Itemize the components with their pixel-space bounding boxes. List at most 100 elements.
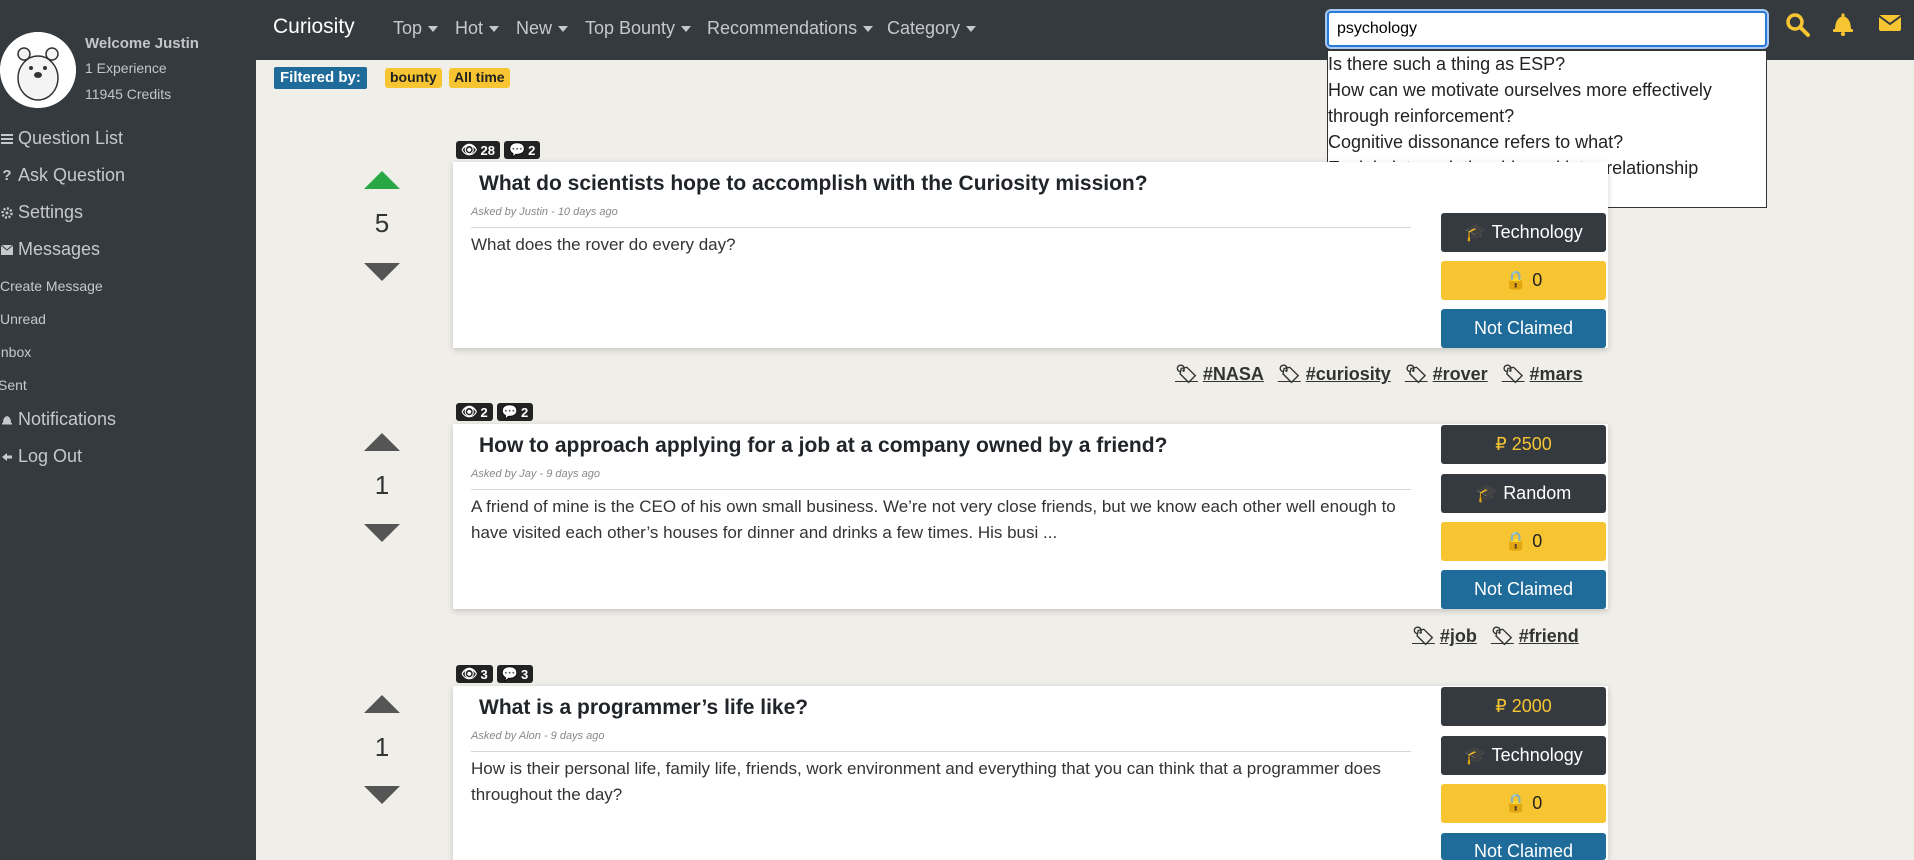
- lock-button[interactable]: 🔒 0: [1441, 784, 1606, 823]
- tag-link[interactable]: 🏷 #job: [1412, 626, 1477, 647]
- question-title[interactable]: How to approach applying for a job at a …: [479, 434, 1167, 458]
- downvote-button[interactable]: [364, 523, 400, 543]
- upvote-button[interactable]: [364, 432, 400, 452]
- sidebar-item-create-message[interactable]: Create Message: [0, 278, 103, 294]
- views-count: 3: [480, 666, 488, 682]
- lock-button[interactable]: 🔒 0: [1441, 261, 1606, 300]
- suggestion-item[interactable]: How can we motivate ourselves more effec…: [1328, 77, 1766, 129]
- category-button[interactable]: 🎓 Technology: [1441, 736, 1606, 775]
- sidebar-item-label: Messages: [18, 239, 101, 259]
- comments-count: 3: [520, 666, 529, 682]
- sidebar-item-unread[interactable]: Unread: [0, 311, 46, 327]
- lock-count: 0: [1532, 270, 1543, 290]
- menu-label: Top Bounty: [585, 18, 676, 38]
- menu-hot[interactable]: Hot: [455, 18, 500, 39]
- suggestion-item[interactable]: Is there such a thing as ESP?: [1328, 51, 1766, 77]
- sidebar-item-label: Ask Question: [18, 165, 126, 185]
- filter-chip-bounty[interactable]: bounty: [385, 68, 442, 88]
- logout-icon: [0, 450, 14, 464]
- category-label: Technology: [1491, 222, 1583, 242]
- bell-icon[interactable]: [1832, 12, 1858, 38]
- comment-icon: 💬: [508, 142, 526, 157]
- sidebar-item-label: Settings: [18, 202, 84, 222]
- menu-label: New: [516, 18, 553, 38]
- downvote-button[interactable]: [364, 785, 400, 805]
- tag-label: #friend: [1518, 626, 1579, 646]
- tag-list: 🏷 #job 🏷 #friend: [1412, 626, 1579, 647]
- category-button[interactable]: 🎓 Random: [1441, 474, 1606, 513]
- menu-recommendations[interactable]: Recommendations: [707, 18, 874, 39]
- bell-icon: [0, 413, 14, 427]
- bounty-button[interactable]: ₽ 2500: [1441, 425, 1606, 464]
- tag-label: #NASA: [1202, 364, 1264, 384]
- sidebar-item-question-list[interactable]: Question List: [0, 128, 123, 149]
- views-badge: 👁 2: [456, 403, 493, 421]
- menu-label: Top: [393, 18, 423, 38]
- lock-count: 0: [1532, 531, 1543, 551]
- sidebar-item-log-out[interactable]: Log Out: [0, 446, 82, 467]
- experience-text: 1 Experience: [85, 60, 167, 76]
- sidebar-item-inbox[interactable]: Inbox: [0, 344, 31, 360]
- suggestion-item[interactable]: Cognitive dissonance refers to what?: [1328, 129, 1766, 155]
- question-meta: Asked by Alon - 9 days ago: [471, 730, 605, 742]
- search-icon[interactable]: [1785, 12, 1811, 38]
- envelope-icon[interactable]: [1878, 12, 1904, 38]
- upvote-button[interactable]: [364, 694, 400, 714]
- tag-icon: 🏷: [1501, 364, 1525, 384]
- brand-logo[interactable]: Curiosity: [273, 15, 355, 39]
- comments-badge: 💬 2: [503, 141, 541, 159]
- chevron-down-icon: [966, 25, 977, 32]
- upvote-button[interactable]: [364, 170, 400, 190]
- sidebar-item-ask-question[interactable]: ? Ask Question: [0, 165, 125, 186]
- question-icon: ?: [2, 167, 12, 184]
- category-button[interactable]: 🎓 Technology: [1441, 213, 1606, 252]
- envelope-icon: [0, 243, 14, 257]
- sidebar-item-settings[interactable]: Settings: [0, 202, 83, 223]
- tag-icon: 🏷: [1412, 626, 1435, 646]
- comment-icon: 💬: [501, 666, 518, 681]
- menu-new[interactable]: New: [516, 18, 569, 39]
- sidebar-item-sent[interactable]: Sent: [0, 377, 27, 393]
- category-label: Random: [1503, 483, 1572, 503]
- filter-label: Filtered by:: [274, 67, 367, 89]
- tag-link[interactable]: 🏷 #mars: [1502, 364, 1583, 385]
- question-card: How to approach applying for a job at a …: [453, 424, 1608, 609]
- question-card: What is a programmer’s life like? Asked …: [453, 686, 1608, 860]
- bounty-button[interactable]: ₽ 2000: [1441, 687, 1606, 726]
- claim-status-button[interactable]: Not Claimed: [1441, 309, 1606, 348]
- tag-icon: 🏷: [1404, 364, 1428, 384]
- question-meta: Asked by Justin - 10 days ago: [471, 206, 618, 218]
- lock-icon: 🔒: [1504, 270, 1528, 290]
- sidebar-item-messages[interactable]: Messages: [0, 239, 100, 260]
- views-count: 2: [480, 404, 488, 420]
- tag-link[interactable]: 🏷 #curiosity: [1278, 364, 1391, 385]
- menu-category[interactable]: Category: [887, 18, 977, 39]
- chevron-down-icon: [863, 25, 874, 32]
- views-badge: 👁 3: [456, 665, 493, 683]
- user-profile: Welcome Justin 1 Experience 11945 Credit…: [0, 30, 256, 110]
- credits-text: 11945 Credits: [85, 86, 172, 102]
- claim-status-button[interactable]: Not Claimed: [1441, 570, 1606, 609]
- claim-status-button[interactable]: Not Claimed: [1441, 833, 1606, 860]
- eye-icon: 👁: [461, 666, 478, 681]
- chevron-down-icon: [681, 25, 692, 32]
- filter-chip-time[interactable]: All time: [449, 68, 510, 88]
- vote-count: 1: [374, 732, 390, 762]
- downvote-button[interactable]: [364, 262, 400, 282]
- question-title[interactable]: What do scientists hope to accomplish wi…: [479, 172, 1148, 196]
- lock-button[interactable]: 🔒 0: [1441, 522, 1606, 561]
- menu-top-bounty[interactable]: Top Bounty: [585, 18, 692, 39]
- tag-link[interactable]: 🏷 #NASA: [1175, 364, 1264, 385]
- comments-badge: 💬 3: [496, 665, 534, 683]
- graduation-cap-icon: 🎓: [1475, 483, 1499, 503]
- menu-top[interactable]: Top: [393, 18, 439, 39]
- tag-link[interactable]: 🏷 #friend: [1491, 626, 1579, 647]
- tag-link[interactable]: 🏷 #rover: [1405, 364, 1488, 385]
- avatar[interactable]: [0, 32, 76, 108]
- chevron-down-icon: [428, 25, 439, 32]
- comments-badge: 💬 2: [496, 403, 534, 421]
- search-input[interactable]: [1325, 9, 1769, 49]
- question-title[interactable]: What is a programmer’s life like?: [479, 696, 808, 720]
- sidebar-item-label: Question List: [18, 128, 124, 148]
- sidebar-item-notifications[interactable]: Notifications: [0, 409, 116, 430]
